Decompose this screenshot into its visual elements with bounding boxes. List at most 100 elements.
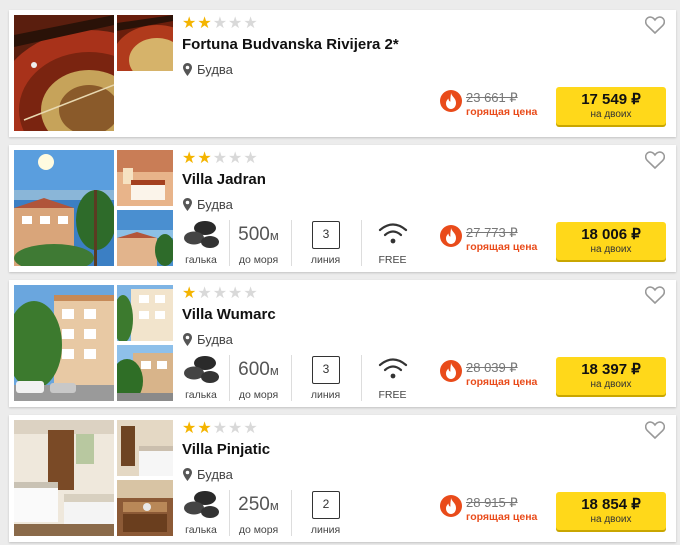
beach-type: галька (179, 490, 223, 536)
star-icon: ★ (212, 148, 228, 167)
hotel-stars: ★ ★ ★ ★ ★ (182, 420, 258, 436)
distance-label: до моря (238, 389, 279, 401)
hotel-photo-thumb[interactable] (117, 210, 173, 266)
star-icon: ★ (228, 148, 243, 167)
fire-icon (440, 360, 462, 382)
price-note: на двоих (590, 109, 632, 120)
distance-unit: м (269, 498, 279, 513)
hotel-photo-main[interactable] (14, 150, 114, 266)
hotel-name[interactable]: Villa Pinjatic (182, 441, 270, 458)
hotel-location-label: Будва (197, 332, 233, 347)
star-icon: ★ (243, 148, 258, 167)
wifi-label: FREE (378, 389, 407, 401)
hotel-card[interactable]: ★ ★ ★ ★ ★ Fortuna Budvanska Rivijera 2* Будв… (9, 10, 676, 137)
price-button[interactable]: 18 397 ₽ на двоих (556, 357, 666, 395)
hotel-photo-thumb[interactable] (117, 420, 173, 476)
wifi-icon (378, 358, 408, 379)
hotel-location: Будва (183, 467, 233, 482)
distance-label: до моря (238, 524, 279, 536)
hot-price-label: горящая цена (466, 376, 538, 388)
distance-unit: м (269, 363, 279, 378)
line-label: линия (310, 254, 341, 266)
hotel-photo-thumb[interactable] (117, 285, 173, 341)
beach-type-label: галька (185, 524, 217, 536)
hotel-card[interactable]: ★ ★ ★ ★ ★ Villa Jadran Будва галька 500м до … (9, 145, 676, 272)
distance-to-sea: 250м до моря (229, 490, 287, 536)
distance-to-sea: 500м до моря (229, 220, 287, 266)
hotel-location: Будва (183, 62, 233, 77)
distance-value: 600 (238, 359, 270, 380)
hotel-photo-main[interactable] (14, 15, 114, 131)
price-value: 18 006 ₽ (581, 226, 641, 243)
star-icon: ★ (212, 418, 228, 437)
distance-label: до моря (238, 254, 279, 266)
star-icon: ★ (182, 148, 197, 167)
map-pin-icon (183, 198, 192, 211)
hotel-photo-thumb[interactable] (117, 15, 173, 71)
star-icon: ★ (228, 418, 243, 437)
old-price: 28 915 ₽ (466, 495, 518, 510)
beach-line: 2 линия (291, 490, 359, 536)
hotel-stars: ★ ★ ★ ★ ★ (182, 15, 258, 31)
price-button[interactable]: 18 006 ₽ на двоих (556, 222, 666, 260)
distance-unit: м (269, 228, 279, 243)
price-button[interactable]: 18 854 ₽ на двоих (556, 492, 666, 530)
hotel-stars: ★ ★ ★ ★ ★ (182, 285, 258, 301)
distance-value: 250 (238, 494, 270, 515)
pebbles-icon (184, 221, 219, 248)
price-button[interactable]: 17 549 ₽ на двоих (556, 87, 666, 125)
pebbles-icon (184, 356, 219, 383)
hot-price-label: горящая цена (466, 241, 538, 253)
star-icon: ★ (243, 418, 258, 437)
line-value: 3 (312, 221, 340, 249)
hotel-photo-thumb[interactable] (117, 480, 173, 536)
favorite-heart-icon[interactable] (644, 16, 666, 35)
hotel-name[interactable]: Fortuna Budvanska Rivijera 2* (182, 36, 399, 53)
hotel-card[interactable]: ★ ★ ★ ★ ★ Villa Wumarc Будва галька 600м до … (9, 280, 676, 407)
old-price: 27 773 ₽ (466, 225, 518, 240)
hotel-card[interactable]: ★ ★ ★ ★ ★ Villa Pinjatic Будва галька 250м д… (9, 415, 676, 542)
star-icon: ★ (182, 13, 197, 32)
line-value: 2 (312, 491, 340, 519)
fire-icon (440, 90, 462, 112)
hotel-name[interactable]: Villa Jadran (182, 171, 266, 188)
old-price: 28 039 ₽ (466, 360, 518, 375)
old-price: 23 661 ₽ (466, 90, 518, 105)
star-icon: ★ (182, 418, 197, 437)
favorite-heart-icon[interactable] (644, 286, 666, 305)
favorite-heart-icon[interactable] (644, 421, 666, 440)
hotel-location: Будва (183, 332, 233, 347)
distance-to-sea: 600м до моря (229, 355, 287, 401)
beach-type: галька (179, 355, 223, 401)
star-icon: ★ (243, 283, 258, 302)
map-pin-icon (183, 63, 192, 76)
wifi-feature: FREE (361, 220, 423, 266)
fire-icon (440, 495, 462, 517)
beach-type: галька (179, 220, 223, 266)
wifi-feature: FREE (361, 355, 423, 401)
hotel-location: Будва (183, 197, 233, 212)
line-label: линия (310, 389, 341, 401)
map-pin-icon (183, 333, 192, 346)
star-icon: ★ (228, 13, 243, 32)
beach-type-label: галька (185, 389, 217, 401)
favorite-heart-icon[interactable] (644, 151, 666, 170)
star-icon: ★ (228, 283, 243, 302)
star-icon: ★ (197, 148, 212, 167)
fire-icon (440, 225, 462, 247)
beach-line: 3 линия (291, 355, 359, 401)
hotel-name[interactable]: Villa Wumarc (182, 306, 276, 323)
distance-value: 500 (238, 224, 270, 245)
line-value: 3 (312, 356, 340, 384)
hotel-photo-thumb[interactable] (117, 150, 173, 206)
star-icon: ★ (197, 13, 212, 32)
hotel-photo-main[interactable] (14, 285, 114, 401)
star-icon: ★ (197, 418, 212, 437)
price-note: на двоих (590, 514, 632, 525)
price-note: на двоих (590, 379, 632, 390)
hot-price-label: горящая цена (466, 511, 538, 523)
star-icon: ★ (212, 283, 228, 302)
hotel-photo-main[interactable] (14, 420, 114, 536)
hotel-location-label: Будва (197, 197, 233, 212)
hotel-photo-thumb[interactable] (117, 345, 173, 401)
